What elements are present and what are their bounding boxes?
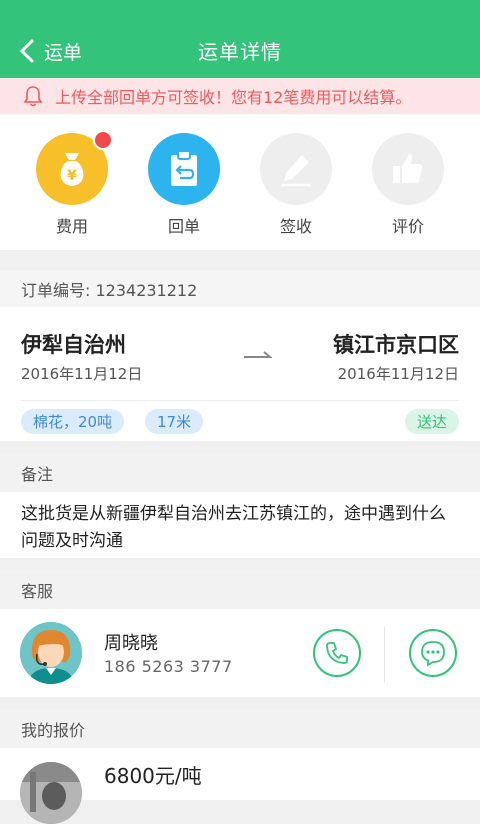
svg-text:¥: ¥	[67, 168, 77, 184]
receipt-action[interactable]: 回单	[128, 114, 240, 250]
receipt-label: 回单	[167, 217, 200, 236]
origin-date: 2016年11月12日	[21, 365, 143, 383]
fees-label: 费用	[55, 217, 88, 236]
remark-heading: 备注	[0, 454, 480, 492]
arrow-right-icon	[244, 351, 272, 358]
pen-sign-icon	[260, 133, 332, 205]
route-card: 伊犁自治州 2016年11月12日 镇江市京口区 2016年11月12日 棉花，…	[0, 307, 480, 441]
service-heading: 客服	[0, 571, 480, 609]
remark-text: 这批货是从新疆伊犁自治州去江苏镇江的，途中遇到什么问题及时沟通	[0, 492, 480, 558]
chat-button[interactable]	[409, 629, 457, 677]
receipt-return-icon	[148, 133, 220, 205]
notice-text: 上传全部回单方可签收！您有12笔费用可以结算。	[55, 88, 412, 107]
app-header: 运单 运单详情	[0, 0, 480, 78]
sign-label: 签收	[279, 217, 312, 236]
delivery-tag: 送达	[404, 409, 459, 434]
bell-icon	[23, 86, 43, 107]
quote-heading: 我的报价	[0, 710, 480, 748]
divider	[21, 400, 459, 401]
thumbs-up-icon	[372, 133, 444, 205]
service-phone: 186 5263 3777	[104, 657, 233, 676]
destination-date: 2016年11月12日	[337, 365, 459, 383]
cargo-tag: 棉花，20吨	[21, 409, 125, 434]
origin-city: 伊犁自治州	[21, 333, 126, 357]
page-title: 运单详情	[198, 40, 282, 64]
notice-bar: 上传全部回单方可签收！您有12笔费用可以结算。	[0, 78, 480, 114]
divider	[384, 627, 385, 683]
chat-icon	[421, 641, 445, 667]
call-button[interactable]	[313, 629, 361, 677]
quote-card: 6800元/吨	[0, 748, 480, 824]
service-contact: 周晓晓 186 5263 3777	[0, 609, 480, 697]
avatar	[20, 762, 82, 824]
money-bag-icon: ¥	[36, 130, 113, 205]
review-action[interactable]: 评价	[352, 114, 464, 250]
action-bar: ¥ 费用 回单 签收 评价	[0, 114, 480, 250]
notification-badge	[93, 130, 113, 150]
review-label: 评价	[391, 217, 424, 236]
phone-icon	[326, 642, 348, 664]
service-name: 周晓晓	[104, 633, 158, 654]
length-tag: 17米	[145, 409, 204, 434]
avatar	[20, 622, 82, 684]
fees-action[interactable]: ¥ 费用	[16, 114, 128, 250]
sign-action[interactable]: 签收	[240, 114, 352, 250]
quote-price: 6800元/吨	[104, 764, 202, 788]
destination-city: 镇江市京口区	[333, 333, 459, 357]
order-number: 订单编号: 1234231212	[0, 270, 480, 308]
